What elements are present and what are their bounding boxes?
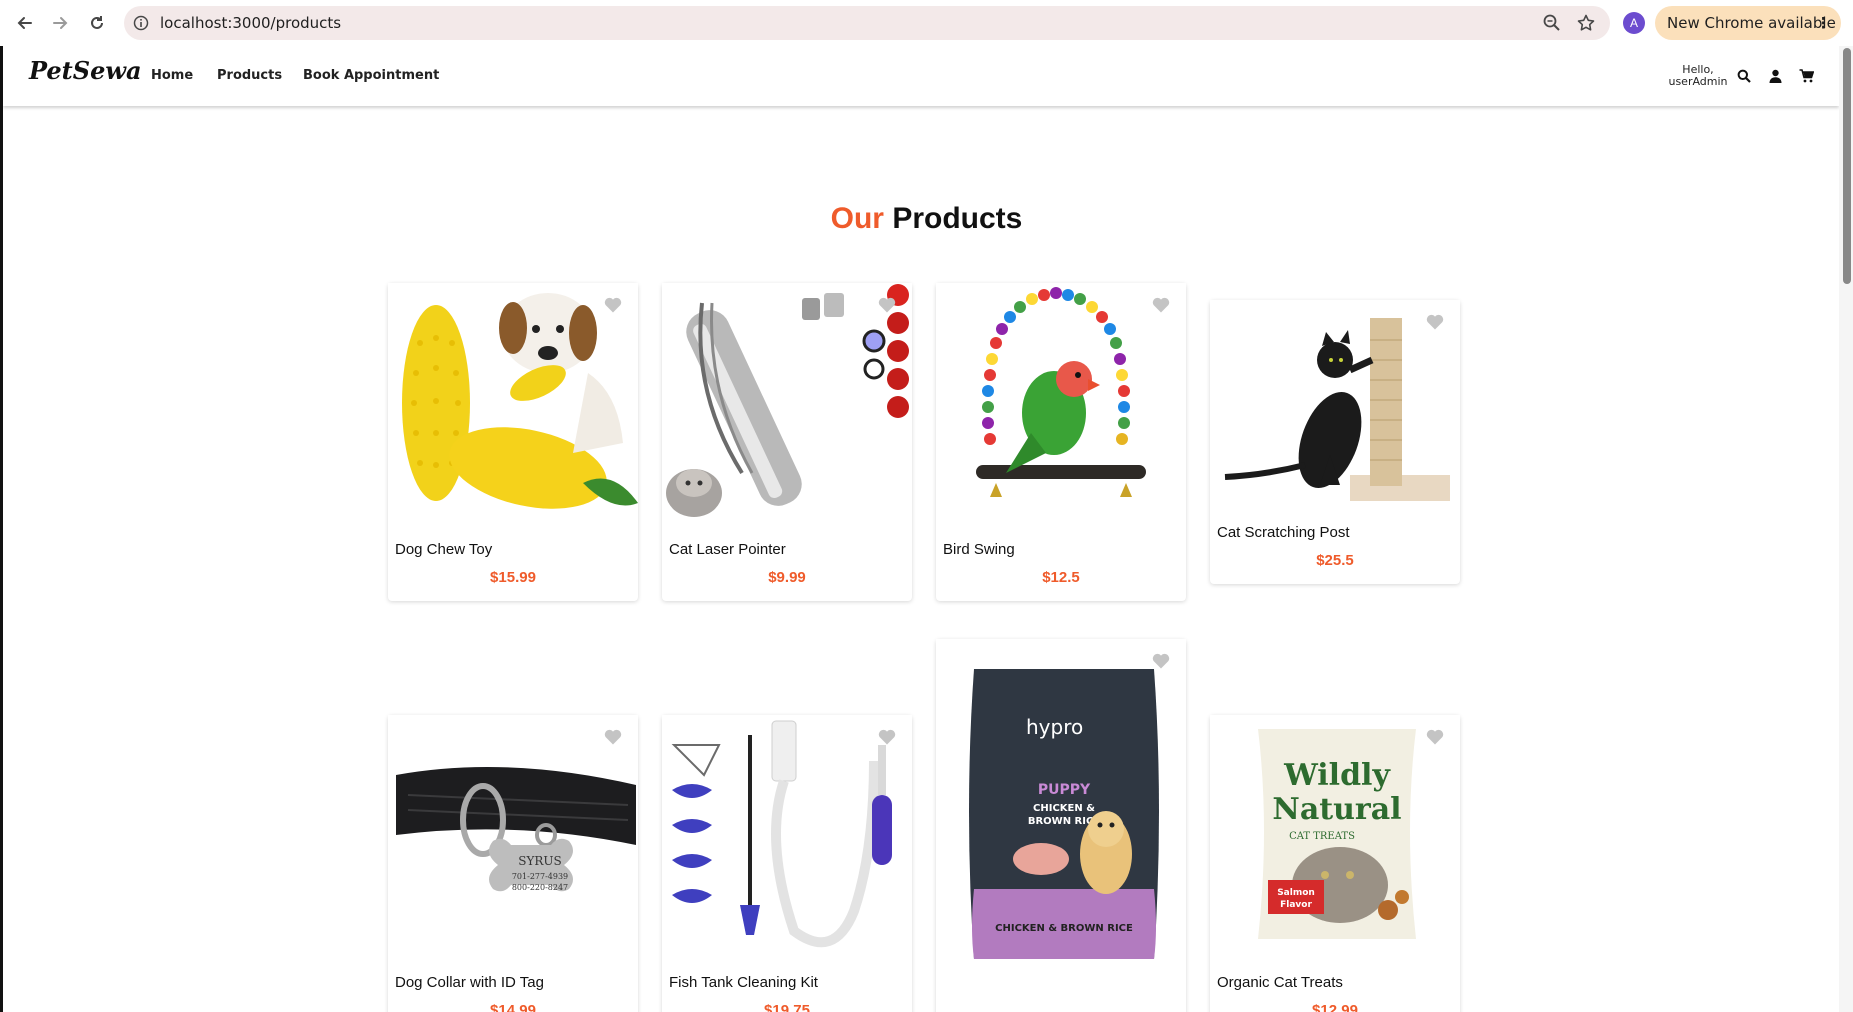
product-image-dog-chew-toy	[388, 283, 638, 523]
favorite-heart-icon[interactable]	[604, 729, 622, 745]
site-info-icon[interactable]	[132, 14, 150, 32]
svg-text:CHICKEN & BROWN RICE: CHICKEN & BROWN RICE	[995, 923, 1133, 934]
svg-text:hypro: hypro	[1026, 715, 1083, 739]
favorite-heart-icon[interactable]	[878, 729, 896, 745]
svg-text:Natural: Natural	[1272, 792, 1401, 827]
product-image-bird-swing	[936, 283, 1186, 523]
more-menu-icon[interactable]: ⋮	[1816, 6, 1831, 40]
product-card-fish-tank-cleaning-kit[interactable]: Fish Tank Cleaning Kit $19.75	[662, 715, 912, 1012]
forward-icon[interactable]	[47, 10, 73, 36]
page-viewport: PetSewa Home Products Book Appointment H…	[0, 46, 1853, 1012]
product-price: $9.99	[768, 569, 806, 586]
user-icon[interactable]	[1766, 67, 1784, 85]
chrome-update-button[interactable]: New Chrome available ⋮	[1655, 6, 1841, 40]
svg-text:Salmon: Salmon	[1277, 888, 1315, 898]
url-text[interactable]: localhost:3000/products	[160, 6, 341, 40]
nav-book-appointment[interactable]: Book Appointment	[303, 68, 439, 83]
favorite-heart-icon[interactable]	[1426, 314, 1444, 330]
back-icon[interactable]	[12, 10, 38, 36]
favorite-heart-icon[interactable]	[1426, 729, 1444, 745]
window-edge	[0, 46, 3, 1012]
product-card-dog-collar[interactable]: SYRUS 701-277-4939 800-220-8247 Dog Coll…	[388, 715, 638, 1012]
svg-text:Flavor: Flavor	[1280, 900, 1312, 910]
product-image-cat-scratching-post	[1210, 300, 1460, 506]
svg-text:SYRUS: SYRUS	[518, 854, 562, 868]
product-price: $15.99	[490, 569, 536, 586]
bookmark-star-icon[interactable]	[1576, 13, 1596, 33]
site-logo[interactable]: PetSewa	[29, 56, 142, 85]
svg-text:800-220-8247: 800-220-8247	[512, 883, 568, 892]
product-name[interactable]: Cat Laser Pointer	[669, 541, 786, 558]
favorite-heart-icon[interactable]	[1152, 297, 1170, 313]
product-name[interactable]: Dog Collar with ID Tag	[395, 974, 544, 991]
svg-text:CAT TREATS: CAT TREATS	[1289, 831, 1355, 842]
svg-text:PUPPY: PUPPY	[1038, 782, 1091, 798]
product-card-cat-scratching-post[interactable]: Cat Scratching Post $25.5	[1210, 300, 1460, 584]
favorite-heart-icon[interactable]	[604, 297, 622, 313]
search-icon[interactable]	[1735, 67, 1753, 85]
address-bar[interactable]: localhost:3000/products	[124, 6, 1610, 40]
page-scrollbar[interactable]	[1839, 46, 1853, 1012]
product-card-dog-chew-toy[interactable]: Dog Chew Toy $15.99	[388, 283, 638, 601]
page-title: Our Products	[0, 202, 1853, 236]
nav-products[interactable]: Products	[217, 68, 282, 83]
svg-text:Wildly: Wildly	[1283, 758, 1391, 793]
product-card-bird-swing[interactable]: Bird Swing $12.5	[936, 283, 1186, 601]
favorite-heart-icon[interactable]	[1152, 653, 1170, 669]
browser-toolbar: localhost:3000/products A New Chrome ava…	[0, 0, 1853, 46]
svg-text:701-277-4939: 701-277-4939	[512, 872, 568, 881]
product-card-organic-cat-treats[interactable]: Wildly Natural CAT TREATS Salmon Flavor …	[1210, 715, 1460, 1012]
product-price: $19.75	[764, 1002, 810, 1012]
product-price: $12.5	[1042, 569, 1080, 586]
greeting-username: userAdmin	[1668, 75, 1728, 88]
scrollbar-thumb[interactable]	[1843, 48, 1851, 284]
product-name[interactable]: Dog Chew Toy	[395, 541, 492, 558]
reload-icon[interactable]	[84, 10, 110, 36]
product-image-puppy-food: hypro PUPPY CHICKEN & BROWN RICE CHICKEN…	[936, 639, 1186, 969]
product-image-dog-collar: SYRUS 701-277-4939 800-220-8247	[388, 715, 638, 955]
page-title-main: Products	[892, 202, 1023, 235]
product-image-fish-tank-cleaning-kit	[662, 715, 912, 955]
nav-home[interactable]: Home	[151, 68, 193, 83]
profile-avatar[interactable]: A	[1623, 12, 1645, 34]
svg-text:CHICKEN &: CHICKEN &	[1033, 803, 1095, 814]
favorite-heart-icon[interactable]	[878, 297, 896, 313]
cart-icon[interactable]	[1797, 67, 1815, 85]
product-price: $12.99	[1312, 1002, 1358, 1012]
user-greeting: Hello, userAdmin	[1658, 64, 1738, 88]
zoom-icon[interactable]	[1542, 13, 1562, 33]
product-image-cat-laser-pointer	[662, 283, 912, 523]
product-card-cat-laser-pointer[interactable]: Cat Laser Pointer $9.99	[662, 283, 912, 601]
product-name[interactable]: Organic Cat Treats	[1217, 974, 1343, 991]
update-label: New Chrome available	[1667, 14, 1836, 32]
product-name[interactable]: Fish Tank Cleaning Kit	[669, 974, 818, 991]
product-price: $25.5	[1316, 552, 1354, 569]
site-header: PetSewa Home Products Book Appointment H…	[3, 46, 1839, 106]
page-title-accent: Our	[830, 202, 884, 235]
product-card-puppy-food[interactable]: hypro PUPPY CHICKEN & BROWN RICE CHICKEN…	[936, 639, 1186, 1012]
product-image-organic-cat-treats: Wildly Natural CAT TREATS Salmon Flavor	[1210, 715, 1460, 955]
product-price: $14.99	[490, 1002, 536, 1012]
product-name[interactable]: Cat Scratching Post	[1217, 524, 1350, 541]
product-name[interactable]: Bird Swing	[943, 541, 1015, 558]
